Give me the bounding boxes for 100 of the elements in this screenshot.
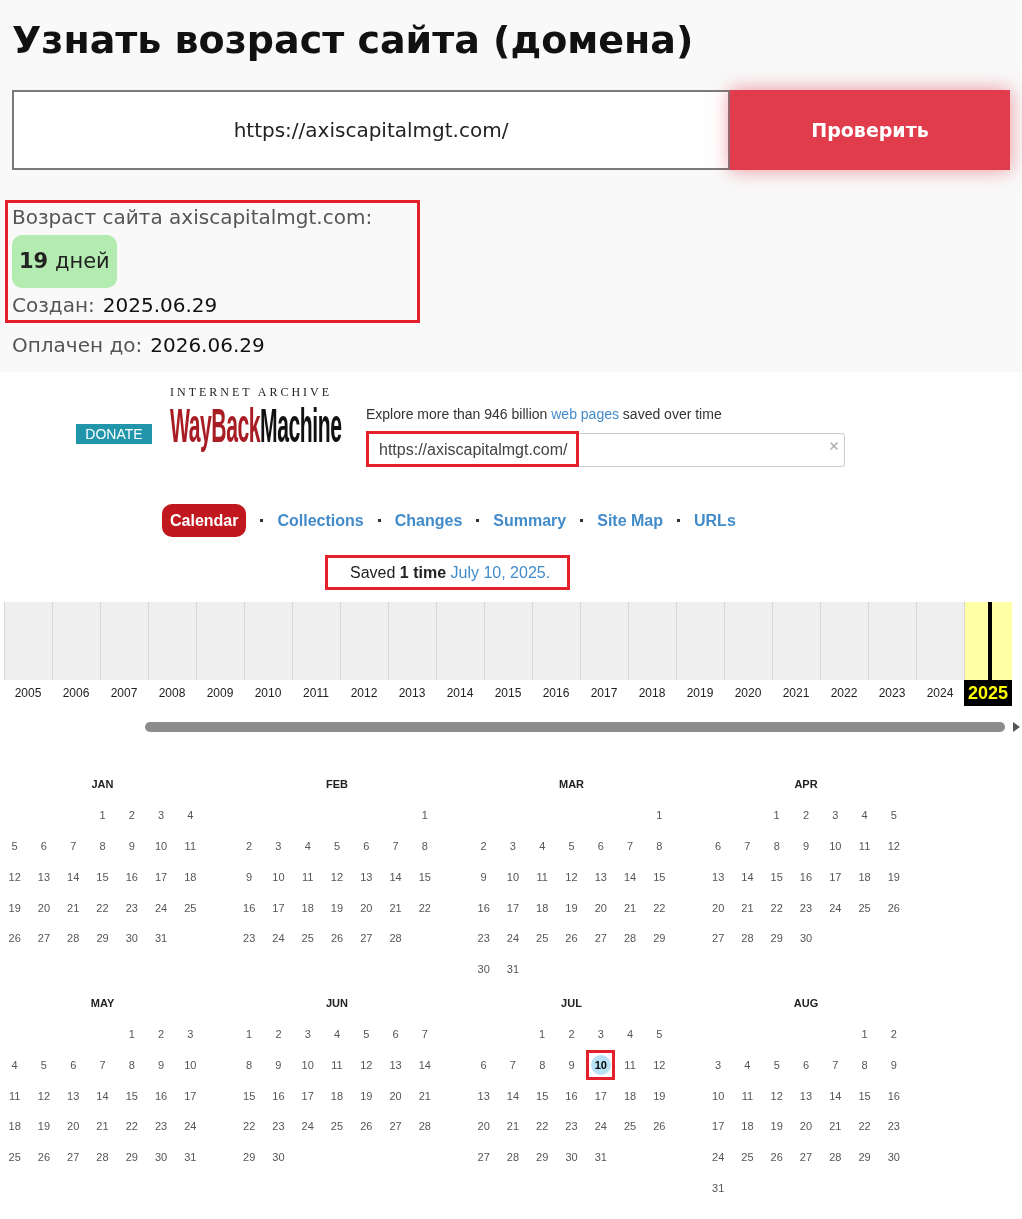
close-icon[interactable] — [828, 440, 840, 452]
scroll-right-icon[interactable] — [1013, 722, 1020, 732]
calendar-day: 16 — [791, 861, 821, 893]
calendar-day: 6 — [380, 1018, 411, 1050]
calendar-day: 3 — [498, 830, 528, 862]
calendar-day: 12 — [0, 861, 30, 893]
tagline: Explore more than 946 billion web pages saved over time — [366, 406, 722, 422]
calendar-day: 6 — [791, 1049, 821, 1081]
calendar-day: 23 — [117, 892, 147, 924]
year-label[interactable]: 2012 — [340, 680, 388, 706]
calendar-day: 25 — [615, 1111, 645, 1142]
month-label: JUL — [561, 995, 582, 1011]
calendar-day: 10 — [263, 861, 294, 893]
calendar-day: 17 — [175, 1080, 205, 1112]
calendar-day: 21 — [498, 1111, 528, 1142]
nav-tab[interactable]: Collections — [277, 508, 364, 533]
year-label[interactable]: 2023 — [868, 680, 916, 706]
year-label[interactable]: 2018 — [628, 680, 676, 706]
year-label[interactable]: 2008 — [148, 680, 196, 706]
year-label[interactable]: 2005 — [4, 680, 52, 706]
year-label[interactable]: 2014 — [436, 680, 484, 706]
year-label[interactable]: 2010 — [244, 680, 292, 706]
calendar-day: 30 — [263, 1141, 294, 1173]
calendar-day: 28 — [498, 1141, 528, 1173]
year-label[interactable]: 2007 — [100, 680, 148, 706]
year-label[interactable]: 2022 — [820, 680, 868, 706]
calendar-day: 2 — [469, 830, 499, 862]
calendar-day: 7 — [58, 830, 88, 862]
calendar-day: 28 — [732, 923, 763, 954]
calendar-day: 11 — [849, 830, 880, 862]
check-button[interactable]: Проверить — [730, 90, 1010, 170]
calendar-day: 18 — [732, 1111, 763, 1142]
calendar-day: 13 — [586, 861, 616, 893]
calendar-day: 15 — [527, 1080, 557, 1112]
nav-tab[interactable]: Changes — [394, 508, 463, 533]
calendar-day: 28 — [381, 923, 411, 954]
calendar-day: 27 — [58, 1141, 88, 1173]
calendar-day: 19 — [556, 892, 587, 924]
calendar-day: 18 — [175, 861, 205, 893]
url-input[interactable]: https://axiscapitalmgt.com/ — [12, 90, 730, 170]
created-date: 2025.06.29 — [102, 292, 218, 318]
paid-until-date: 2026.06.29 — [150, 332, 265, 358]
year-label[interactable]: 2016 — [532, 680, 580, 706]
capture-date-link[interactable]: July 10, 2025. — [450, 563, 551, 581]
nav-tab[interactable]: URLs — [694, 508, 736, 533]
calendar-day: 11 — [0, 1080, 30, 1112]
month-label: APR — [794, 777, 818, 792]
calendar-day: 4 — [0, 1049, 30, 1081]
calendar-day: 9 — [117, 830, 147, 862]
calendar-day: 5 — [0, 830, 30, 862]
wayback-logo[interactable]: WayBackMachine — [170, 402, 342, 450]
web-pages-link[interactable]: web pages — [551, 406, 619, 422]
nav-tab[interactable]: Summary — [493, 508, 567, 533]
year-label[interactable]: 2024 — [916, 680, 964, 706]
year-label[interactable]: 2006 — [52, 680, 100, 706]
calendar-day: 17 — [263, 892, 294, 924]
calendar-day: 25 — [0, 1141, 30, 1173]
calendar-day: 8 — [849, 1049, 880, 1081]
year-label[interactable]: 2011 — [292, 680, 340, 706]
calendar-day: 18 — [0, 1111, 30, 1142]
calendar-day: 27 — [29, 923, 59, 954]
calendar-day: 2 — [556, 1018, 587, 1050]
calendar-day: 10 — [498, 861, 528, 893]
calendar-day: 21 — [87, 1111, 118, 1142]
scrollbar-thumb[interactable] — [145, 722, 1005, 732]
calendar-day: 20 — [703, 892, 733, 924]
year-label[interactable]: 2017 — [580, 680, 628, 706]
year-label[interactable]: 2019 — [676, 680, 724, 706]
calendar-day: 28 — [615, 923, 645, 954]
year-label[interactable]: 2025 — [964, 680, 1012, 706]
year-bar[interactable] — [964, 602, 1012, 680]
calendar-day: 5 — [322, 830, 352, 862]
calendar-day: 9 — [146, 1049, 176, 1081]
calendar-day: 7 — [87, 1049, 118, 1081]
calendar-day: 10 — [820, 830, 850, 862]
calendar-day[interactable]: 10 — [586, 1049, 616, 1081]
calendar-day: 11 — [732, 1080, 763, 1112]
year-label[interactable]: 2009 — [196, 680, 244, 706]
calendar-day: 6 — [29, 830, 59, 862]
year-label[interactable]: 2020 — [724, 680, 772, 706]
year-label[interactable]: 2021 — [772, 680, 820, 706]
calendar-day: 17 — [146, 861, 176, 893]
nav-tab[interactable]: Calendar — [162, 504, 247, 537]
calendar-day: 20 — [29, 892, 59, 924]
year-label[interactable]: 2013 — [388, 680, 436, 706]
calendar-day: 27 — [351, 923, 381, 954]
nav-tab[interactable]: Site Map — [597, 508, 663, 533]
calendar-day: 17 — [820, 861, 850, 893]
calendar-day: 4 — [615, 1018, 645, 1050]
calendar-day: 12 — [879, 830, 909, 862]
calendar-day: 8 — [644, 830, 674, 862]
calendar-day: 4 — [322, 1018, 352, 1050]
calendar-day: 14 — [732, 861, 763, 893]
calendar-day: 1 — [762, 800, 792, 831]
calendar-day: 30 — [556, 1141, 587, 1173]
calendar-day: 31 — [146, 923, 176, 954]
calendar-day: 24 — [586, 1111, 616, 1142]
calendar-day: 27 — [586, 923, 616, 954]
calendar-day: 13 — [703, 861, 733, 893]
year-label[interactable]: 2015 — [484, 680, 532, 706]
